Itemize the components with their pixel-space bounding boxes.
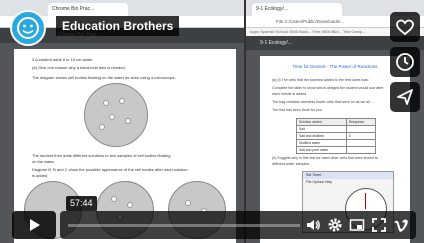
settings-gear-icon[interactable]	[326, 216, 344, 234]
cell-body	[99, 124, 105, 130]
question-line: 3 A student adds 8 to 15 cm water.	[32, 57, 94, 62]
table-cell: Salt and distilled	[296, 132, 347, 140]
control-bar	[60, 211, 416, 239]
table-cell	[345, 139, 377, 147]
worksheet-line: Complete the table to show which designs…	[272, 86, 384, 90]
cell-body	[109, 114, 115, 120]
smiley-icon	[17, 17, 39, 39]
vimeo-logo-icon[interactable]	[392, 216, 410, 234]
worksheet-line: each minute is added.	[272, 92, 308, 96]
worksheet-line: different water samples.	[272, 162, 311, 166]
timer-menu[interactable]: File Options Help	[303, 179, 393, 185]
worksheet-line: The bag contains harmless flower cells t…	[272, 100, 373, 104]
channel-name[interactable]: Education Brothers	[56, 16, 180, 36]
cell-body	[125, 118, 131, 124]
table-cell: Solution added	[296, 118, 347, 126]
right-active-tab[interactable]: 9-1 Ecology/...	[252, 3, 342, 16]
screen-recording: Chrome Bio Prac... Chrome Bio Prac... 3 …	[0, 0, 424, 243]
watch-later-button[interactable]	[390, 47, 420, 77]
play-icon	[30, 219, 40, 231]
table-cell	[345, 146, 377, 154]
player-controls	[0, 203, 424, 243]
cell-body	[103, 100, 109, 106]
heart-icon	[396, 19, 414, 36]
question-line: Diagram B, B and C show the possible app…	[32, 167, 188, 172]
timer-title: Set Timer	[303, 172, 393, 179]
picture-in-picture-icon[interactable]	[348, 216, 366, 234]
progress-track[interactable]	[68, 224, 300, 227]
table-cell: 3	[345, 132, 377, 140]
worksheet-line: (a) (i) The cells that the scientist add…	[272, 78, 369, 82]
table-cell: Salt and pure water	[296, 146, 347, 154]
table-cell	[345, 125, 377, 133]
table-cell: Salt	[296, 125, 347, 133]
channel-info: Education Brothers	[10, 10, 210, 46]
solution-table: Solution added Response Salt Salt and dis…	[296, 118, 377, 154]
cell-body	[119, 98, 125, 104]
volume-icon[interactable]	[304, 216, 322, 234]
channel-avatar[interactable]	[10, 10, 46, 46]
worksheet-line: (b) Suggest why in this test we used oth…	[272, 156, 382, 160]
worksheet-line: The first has been done for you.	[272, 108, 323, 112]
right-pdf-title: 9-1 Ecology/...	[260, 40, 292, 46]
fullscreen-icon[interactable]	[370, 216, 388, 234]
worksheet-title: Time for Dessert - The Power of Reaction…	[292, 64, 378, 69]
table-cell: Distilled water	[296, 139, 347, 147]
like-button[interactable]	[390, 12, 420, 42]
cell-diagram	[84, 83, 148, 147]
share-button[interactable]	[390, 82, 420, 112]
question-line: The diagram shows cell bodies floating o…	[32, 75, 176, 80]
question-line: is added.	[32, 173, 49, 178]
question-line: on the water.	[32, 159, 55, 164]
play-button[interactable]	[12, 211, 56, 239]
cell-body	[111, 196, 117, 202]
question-line: (a) Give one reason why a hand-held lens…	[32, 65, 126, 70]
question-line: The student then adds different solution…	[32, 153, 171, 158]
send-icon	[397, 89, 413, 105]
clock-icon	[396, 53, 414, 71]
table-cell: Response	[345, 118, 377, 126]
